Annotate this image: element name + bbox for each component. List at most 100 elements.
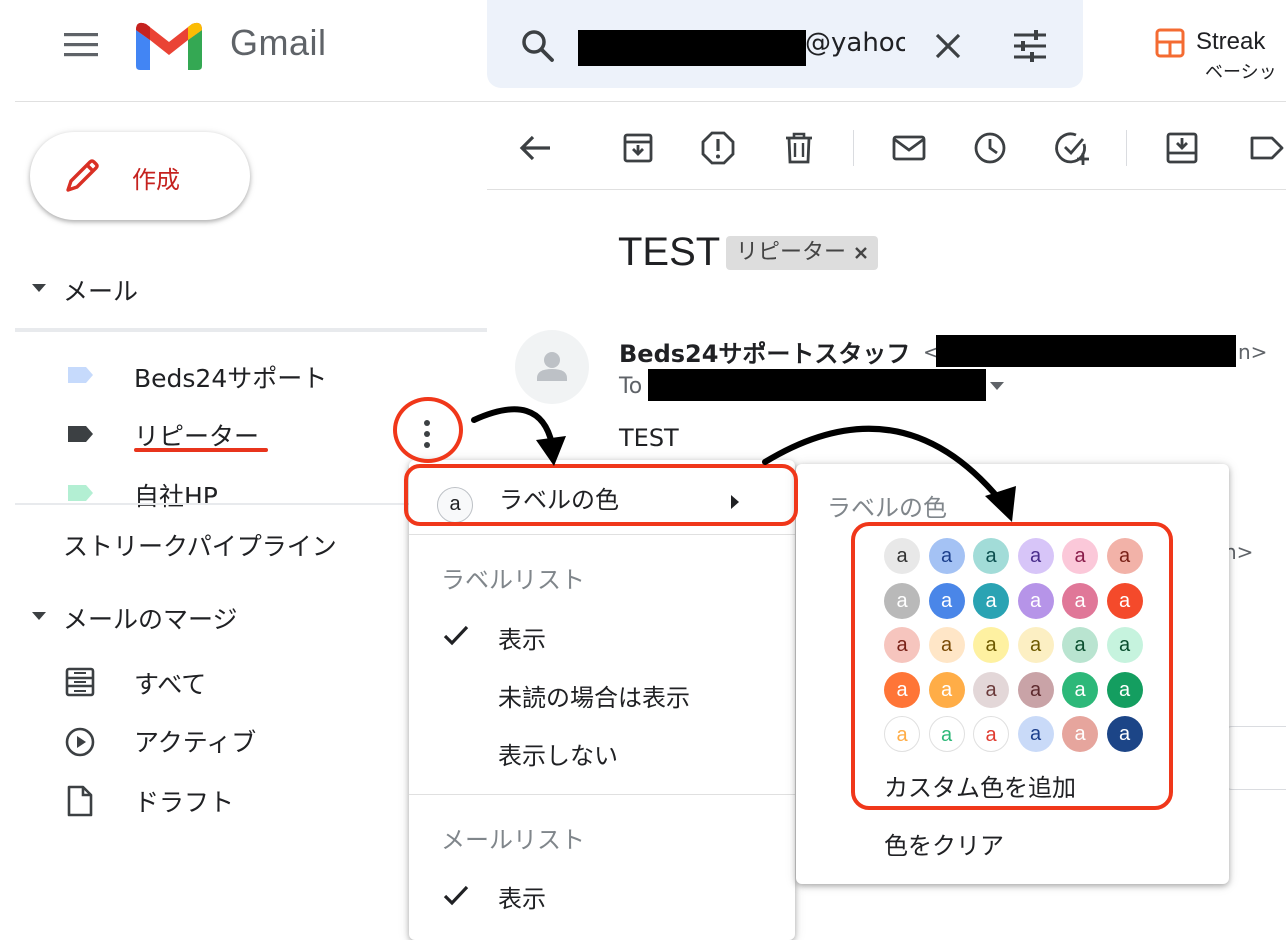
- color-swatch-1-5[interactable]: a: [1106, 582, 1143, 619]
- color-swatch-0-0[interactable]: a: [884, 538, 920, 574]
- color-swatch-4-5[interactable]: a: [1106, 716, 1143, 752]
- color-swatch-1-4[interactable]: a: [1062, 582, 1098, 619]
- play-circle-icon: [65, 727, 95, 757]
- clear-color[interactable]: 色をクリア: [884, 826, 1004, 861]
- sidebar-label-hp[interactable]: 自社HP: [134, 477, 218, 513]
- label-options-icon[interactable]: [396, 410, 456, 458]
- header-divider: [15, 101, 1286, 102]
- color-swatch-2-4[interactable]: a: [1062, 627, 1098, 663]
- compose-button[interactable]: 作成: [30, 132, 250, 220]
- color-swatch-0-1[interactable]: a: [928, 538, 965, 574]
- delete-icon[interactable]: [779, 128, 819, 168]
- color-swatch-3-4[interactable]: a: [1062, 671, 1098, 708]
- inbox-stack-icon: [65, 667, 95, 697]
- label-color-menu: ラベルの色 aaaaaaaaaaaaaaaaaaaaaaaaaaaaaa カスタ…: [796, 464, 1229, 884]
- archive-icon[interactable]: [618, 128, 658, 168]
- person-icon: [537, 352, 567, 381]
- email-body: TEST: [619, 424, 679, 452]
- color-swatch-2-5[interactable]: a: [1106, 627, 1143, 663]
- color-swatch-3-3[interactable]: a: [1017, 671, 1054, 708]
- compose-label: 作成: [132, 166, 180, 194]
- color-swatch-3-2[interactable]: a: [973, 671, 1009, 708]
- pencil-icon: [66, 159, 99, 192]
- search-icon[interactable]: [518, 26, 558, 66]
- sidebar-section-mail[interactable]: メール: [63, 272, 138, 308]
- toolbar-separator: [853, 130, 854, 166]
- collapse-mail-icon[interactable]: [32, 284, 46, 292]
- label-list-show[interactable]: 表示: [498, 620, 546, 655]
- color-swatch-4-4[interactable]: a: [1062, 716, 1098, 752]
- color-swatch-3-1[interactable]: a: [928, 671, 965, 708]
- streak-title[interactable]: Streak: [1196, 28, 1265, 56]
- add-custom-color[interactable]: カスタム色を追加: [884, 768, 1076, 803]
- color-swatch-1-0[interactable]: a: [884, 582, 920, 619]
- color-swatch-4-2[interactable]: a: [973, 716, 1009, 752]
- sidebar-section-mail-merge[interactable]: メールのマージ: [63, 600, 238, 636]
- color-swatch-0-5[interactable]: a: [1106, 538, 1143, 574]
- color-swatch-3-5[interactable]: a: [1106, 671, 1143, 708]
- email-subject: TEST: [618, 230, 721, 274]
- annotation-underline: [134, 448, 268, 452]
- move-to-icon[interactable]: [1162, 128, 1202, 168]
- sender-name[interactable]: Beds24サポートスタッフ: [619, 334, 910, 369]
- search-input[interactable]: @yahoo: [805, 28, 905, 58]
- mail-list-heading: メールリスト: [441, 826, 585, 854]
- label-hp-icon: [68, 485, 93, 501]
- color-swatch-3-0[interactable]: a: [884, 671, 920, 708]
- mail-list-show[interactable]: 表示: [498, 879, 546, 914]
- color-swatch-1-2[interactable]: a: [973, 582, 1009, 619]
- label-color-badge: a: [437, 487, 473, 523]
- streak-plan: ベーシッ: [1205, 62, 1277, 83]
- color-swatch-4-1[interactable]: a: [928, 716, 965, 752]
- background-reply-box: [1224, 726, 1286, 790]
- label-options-menu: a ラベルの色 ラベルリスト 表示 未読の場合は表示 表示しない メールリスト …: [409, 460, 795, 940]
- collapse-merge-icon[interactable]: [32, 612, 46, 620]
- color-swatch-2-3[interactable]: a: [1017, 627, 1054, 663]
- annotation-arrow-1: [471, 406, 555, 447]
- recipient-label: To: [619, 374, 643, 399]
- color-swatch-2-0[interactable]: a: [884, 627, 920, 663]
- submenu-arrow-icon: [731, 495, 739, 509]
- mark-unread-icon[interactable]: [889, 128, 929, 168]
- color-swatch-1-3[interactable]: a: [1017, 582, 1054, 619]
- color-swatch-4-3[interactable]: a: [1017, 716, 1054, 752]
- label-beds24-icon: [68, 367, 93, 383]
- color-swatch-1-1[interactable]: a: [928, 582, 965, 619]
- streak-logo-icon[interactable]: [1155, 28, 1185, 58]
- color-swatch-0-4[interactable]: a: [1062, 538, 1098, 574]
- remove-label-icon[interactable]: [854, 246, 868, 260]
- label-color-text: ラベルの色: [499, 486, 619, 514]
- color-swatch-2-2[interactable]: a: [973, 627, 1009, 663]
- color-swatch-grid: aaaaaaaaaaaaaaaaaaaaaaaaaaaaaa: [884, 538, 1164, 758]
- sidebar-merge-draft[interactable]: ドラフト: [134, 783, 234, 819]
- toolbar-separator: [1126, 130, 1127, 166]
- add-task-icon[interactable]: [1052, 128, 1092, 168]
- menu-item-label-color[interactable]: a ラベルの色: [409, 468, 795, 526]
- color-swatch-0-2[interactable]: a: [973, 538, 1009, 574]
- sidebar-merge-active[interactable]: アクティブ: [134, 723, 256, 759]
- menu-separator: [409, 534, 795, 535]
- search-options-icon[interactable]: [1010, 26, 1050, 66]
- sidebar-streak-pipeline[interactable]: ストリークパイプライン: [63, 527, 337, 563]
- show-details-icon[interactable]: [990, 382, 1004, 390]
- toolbar-divider: [487, 189, 1286, 190]
- color-swatch-2-1[interactable]: a: [928, 627, 965, 663]
- report-spam-icon[interactable]: [698, 128, 738, 168]
- back-arrow-icon[interactable]: [516, 128, 556, 168]
- sender-address-close: n>: [1238, 340, 1268, 364]
- document-icon: [67, 785, 93, 817]
- snooze-icon[interactable]: [970, 128, 1010, 168]
- sender-avatar[interactable]: [515, 330, 589, 404]
- sidebar-merge-all[interactable]: すべて: [134, 665, 206, 701]
- sidebar-label-beds24[interactable]: Beds24サポート: [134, 359, 327, 395]
- label-list-hide[interactable]: 表示しない: [498, 736, 618, 771]
- label-as-icon[interactable]: [1244, 128, 1286, 168]
- color-swatch-0-3[interactable]: a: [1017, 538, 1054, 574]
- label-list-show-if-unread[interactable]: 未読の場合は表示: [498, 678, 690, 713]
- color-swatch-4-0[interactable]: a: [884, 716, 920, 752]
- label-chip[interactable]: リピーター: [726, 236, 879, 270]
- main-menu-icon[interactable]: [62, 30, 102, 60]
- label-repeater-icon: [68, 426, 93, 442]
- clear-search-icon[interactable]: [930, 28, 966, 64]
- gmail-logo-icon[interactable]: [134, 18, 204, 72]
